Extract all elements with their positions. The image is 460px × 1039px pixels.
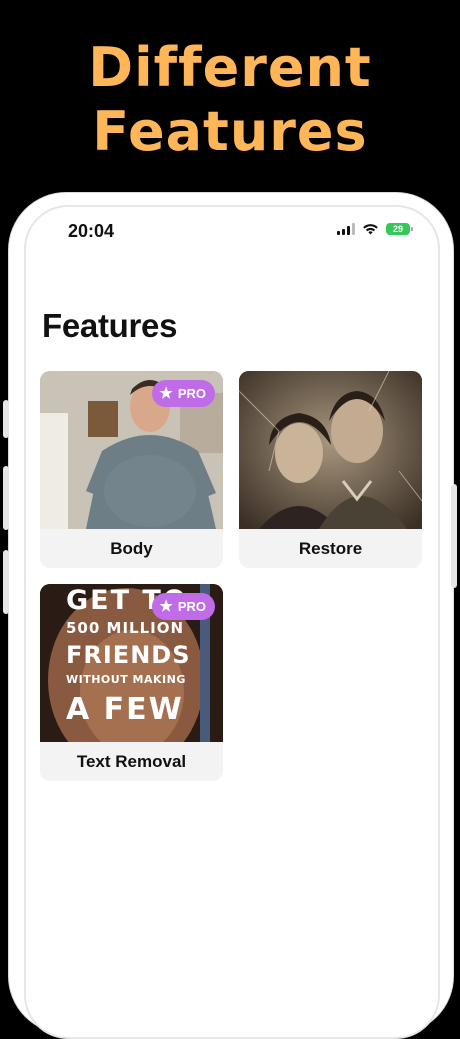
poster-line-4: WITHOUT MAKING [66, 673, 186, 686]
star-icon: ★ [159, 385, 173, 402]
phone-screen: 20:04 29 Features ★ PRO Body Restore GET… [24, 205, 440, 1039]
headline-line-2: Features [92, 100, 368, 163]
poster-line-5: A FEW [66, 692, 184, 727]
pro-badge: ★ PRO [152, 593, 215, 620]
feature-card-text-removal[interactable]: GET TO 500 MILLION FRIENDS WITHOUT MAKIN… [40, 584, 223, 781]
page-title: Features [42, 307, 178, 344]
restore-thumbnail [239, 371, 422, 529]
phone-side-button [3, 550, 9, 614]
poster-line-3: FRIENDS [66, 641, 191, 669]
status-time: 20:04 [68, 221, 115, 241]
promo-headline: Different Features [0, 36, 460, 164]
feature-card-label: Body [110, 539, 153, 558]
feature-card-label: Restore [298, 539, 363, 558]
signal-icon [337, 223, 355, 235]
headline-line-1: Different [88, 36, 372, 99]
pro-badge: ★ PRO [152, 380, 215, 407]
phone-side-button [3, 466, 9, 530]
feature-card-restore[interactable]: Restore [239, 371, 422, 568]
feature-card-body[interactable]: ★ PRO Body [40, 371, 223, 568]
phone-side-button [3, 400, 9, 438]
star-icon: ★ [159, 598, 173, 615]
battery-icon: 29 [386, 223, 413, 235]
pro-badge-label: PRO [177, 386, 206, 401]
wifi-icon [363, 224, 378, 235]
feature-card-label: Text Removal [76, 752, 187, 771]
phone-side-button [451, 484, 457, 588]
battery-level: 29 [392, 224, 403, 234]
restore-photo-illustration [239, 371, 422, 529]
pro-badge-label: PRO [177, 599, 206, 614]
status-icons: 29 [337, 223, 413, 235]
